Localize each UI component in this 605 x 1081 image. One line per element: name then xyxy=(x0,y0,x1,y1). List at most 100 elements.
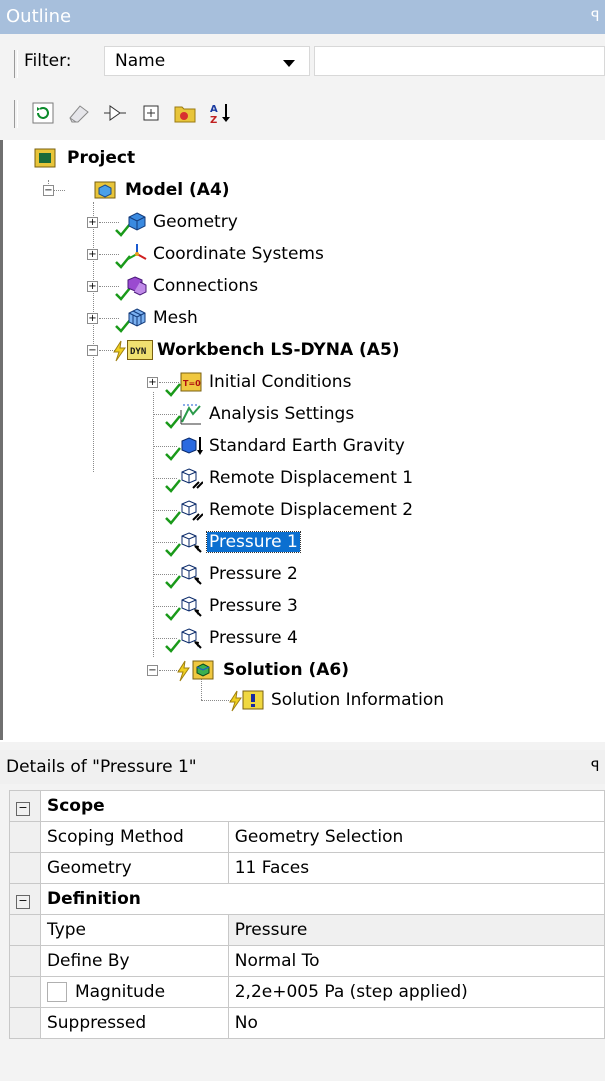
tree-node-mesh[interactable]: + Mesh xyxy=(87,306,387,333)
geometry-icon xyxy=(125,210,149,234)
tree-node-geometry[interactable]: + Geometry xyxy=(87,210,387,237)
mesh-icon xyxy=(125,306,149,330)
outline-toolbar: AZ xyxy=(0,96,605,136)
property-value-geometry[interactable]: 11 Faces xyxy=(227,852,605,884)
expand-icon[interactable]: + xyxy=(87,249,98,260)
tree-node-connections[interactable]: + Connections xyxy=(87,274,387,301)
collapse-icon[interactable]: − xyxy=(9,883,41,915)
tree-label-model: Model (A4) xyxy=(125,180,230,200)
tree-label-initial-conditions: Initial Conditions xyxy=(209,372,352,392)
tree-label-pressure-4: Pressure 4 xyxy=(209,628,298,648)
collapse-icon[interactable]: − xyxy=(87,345,98,356)
property-label: Define By xyxy=(39,945,229,977)
property-value-scoping-method[interactable]: Geometry Selection xyxy=(227,821,605,853)
details-panel: Details of "Pressure 1" ꟼ − Scope Scopin… xyxy=(0,742,605,1081)
tree-label-pressure-3: Pressure 3 xyxy=(209,596,298,616)
pressure-icon xyxy=(179,594,203,618)
filter-search-input[interactable] xyxy=(314,46,605,76)
property-row[interactable]: Type Pressure xyxy=(9,914,605,946)
property-label: Magnitude xyxy=(74,982,166,1002)
svg-text:Z: Z xyxy=(210,115,217,126)
tree-node-initial-conditions[interactable]: + T=0 Initial Conditions xyxy=(147,370,487,397)
section-label-definition: Definition xyxy=(39,883,605,915)
tree-label-project: Project xyxy=(67,148,136,168)
tree-node-standard-earth-gravity[interactable]: Standard Earth Gravity xyxy=(153,434,493,461)
tree-label-mesh: Mesh xyxy=(153,308,198,328)
tree-node-solution[interactable]: − Solution (A6) xyxy=(147,658,487,684)
property-value-suppressed[interactable]: No xyxy=(227,1007,605,1039)
pin-icon[interactable]: ꟼ xyxy=(591,0,605,34)
svg-text:A: A xyxy=(210,104,218,115)
tree-node-remote-displacement-1[interactable]: Remote Displacement 1 xyxy=(153,466,493,493)
filter-bar: Filter: Name xyxy=(0,44,605,88)
collapse-icon[interactable]: − xyxy=(9,790,41,822)
svg-text:T=0: T=0 xyxy=(183,379,201,388)
expand-all-icon[interactable] xyxy=(138,100,164,126)
expand-icon[interactable]: + xyxy=(87,281,98,292)
tree-node-icon[interactable] xyxy=(102,100,128,126)
coordinate-axes-icon xyxy=(125,242,149,266)
property-label: Scoping Method xyxy=(39,821,229,853)
collapse-icon[interactable]: − xyxy=(43,185,54,196)
property-value-magnitude[interactable]: 2,2e+005 Pa (step applied) xyxy=(227,976,605,1008)
tree-node-pressure-1[interactable]: Pressure 1 xyxy=(153,530,493,557)
property-row[interactable]: Scoping Method Geometry Selection xyxy=(9,821,605,853)
remote-displacement-icon xyxy=(179,498,204,522)
toolbar-grip[interactable] xyxy=(14,100,18,128)
tree-label-solution: Solution (A6) xyxy=(223,660,350,680)
expand-icon[interactable]: + xyxy=(87,313,98,324)
filter-dropdown[interactable]: Name xyxy=(104,46,310,76)
collapse-icon[interactable]: − xyxy=(147,665,158,676)
expand-icon[interactable]: + xyxy=(147,377,158,388)
tree-node-analysis-settings[interactable]: Analysis Settings xyxy=(153,402,493,429)
tree-node-solution-information[interactable]: Solution Information xyxy=(201,688,541,714)
tree-node-analysis[interactable]: − DYN Workbench LS-DYNA (A5) xyxy=(87,338,507,364)
tree-node-remote-displacement-2[interactable]: Remote Displacement 2 xyxy=(153,498,493,525)
property-label-magnitude: Magnitude xyxy=(39,976,229,1008)
connections-icon xyxy=(125,274,149,298)
outline-title-bar: Outline ꟼ xyxy=(0,0,605,34)
tree-node-pressure-4[interactable]: Pressure 4 xyxy=(153,626,493,653)
filter-dropdown-value: Name xyxy=(115,51,166,71)
ls-dyna-icon: DYN xyxy=(127,340,153,360)
refresh-icon[interactable] xyxy=(30,100,56,126)
section-row-definition[interactable]: − Definition xyxy=(9,883,605,915)
tree-label-pressure-2: Pressure 2 xyxy=(209,564,298,584)
tree-node-pressure-3[interactable]: Pressure 3 xyxy=(153,594,493,621)
folder-icon[interactable] xyxy=(172,100,198,126)
parameter-checkbox[interactable] xyxy=(46,982,67,1002)
tree-node-model[interactable]: − Model (A4) xyxy=(41,178,341,204)
pressure-icon xyxy=(179,626,203,650)
pin-icon[interactable]: ꟼ xyxy=(591,750,605,784)
tree-label-standard-earth-gravity: Standard Earth Gravity xyxy=(209,436,405,456)
property-value-define-by[interactable]: Normal To xyxy=(227,945,605,977)
expand-icon[interactable]: + xyxy=(87,217,98,228)
initial-conditions-icon: T=0 xyxy=(179,370,203,394)
outline-title: Outline xyxy=(6,6,72,27)
tree-label-analysis-settings: Analysis Settings xyxy=(209,404,355,424)
model-icon xyxy=(93,178,117,202)
info-icon xyxy=(241,688,265,712)
toolbar-grip[interactable] xyxy=(14,50,18,78)
property-value-type: Pressure xyxy=(227,914,605,946)
tree-node-coordinate-systems[interactable]: + Coordinate Systems xyxy=(87,242,407,269)
pressure-icon xyxy=(179,530,203,554)
tree-label-remote-displacement-2: Remote Displacement 2 xyxy=(209,500,414,520)
tree-node-project[interactable]: Project xyxy=(33,146,233,172)
sort-az-icon[interactable]: AZ xyxy=(208,100,234,126)
property-row[interactable]: Suppressed No xyxy=(9,1007,605,1039)
property-row[interactable]: Magnitude 2,2e+005 Pa (step applied) xyxy=(9,976,605,1008)
chevron-down-icon xyxy=(283,60,295,67)
pressure-icon xyxy=(179,562,203,586)
tree-node-pressure-2[interactable]: Pressure 2 xyxy=(153,562,493,589)
remote-displacement-icon xyxy=(179,466,204,490)
property-row[interactable]: Define By Normal To xyxy=(9,945,605,977)
property-row[interactable]: Geometry 11 Faces xyxy=(9,852,605,884)
property-label: Geometry xyxy=(39,852,229,884)
property-label: Suppressed xyxy=(39,1007,229,1039)
section-row-scope[interactable]: − Scope xyxy=(9,790,605,822)
details-grid: − Scope Scoping Method Geometry Selectio… xyxy=(9,790,605,1039)
eraser-icon[interactable] xyxy=(66,100,92,126)
details-title-bar: Details of "Pressure 1" ꟼ xyxy=(0,750,605,784)
tree-label-analysis: Workbench LS-DYNA (A5) xyxy=(157,340,400,360)
